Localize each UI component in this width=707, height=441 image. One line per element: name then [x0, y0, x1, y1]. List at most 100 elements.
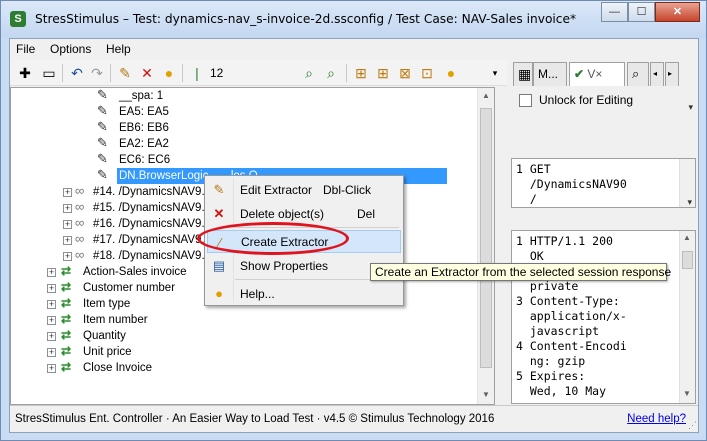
delete-x-icon: ✕ [213, 206, 225, 221]
menu-help[interactable]: Help [106, 42, 131, 56]
app-icon: S [10, 11, 26, 27]
tree-row[interactable]: ✎ EA5: EA5 [11, 104, 479, 120]
expand-icon[interactable]: + [63, 188, 72, 197]
toolbar: ✚ ▭ ↶ ↷ ✎ ✕ ● | 12 ⌕ ⌕ ⊞ ⊞ ⊠ ⊡ ● ▾ [10, 60, 507, 86]
dropdown-arrow-icon[interactable]: ▾ [688, 102, 693, 113]
request-text: 1 GET /DynamicsNAV90 / [516, 162, 627, 206]
expand-icon[interactable]: + [47, 316, 56, 325]
link-icon: ∞ [75, 231, 85, 246]
tree-row[interactable]: ✎ EC6: EC6 [11, 152, 479, 168]
tree-row[interactable]: ✎ EA2: EA2 [11, 136, 479, 152]
unlock-label: Unlock for Editing [539, 93, 634, 107]
vertical-bar-icon: | [195, 65, 199, 81]
right-tabs: ▦ M... ✔ V× ⌕ ◂ ▸ [509, 60, 698, 86]
scroll-thumb[interactable] [480, 108, 492, 368]
window-title: StresStimulus – Test: dynamics-nav_s-inv… [35, 12, 577, 26]
menu-bar: File Options Help [10, 39, 698, 60]
properties-icon: ▤ [212, 258, 226, 273]
scroll-up-icon[interactable]: ▲ [482, 91, 490, 100]
scroll-thumb[interactable] [682, 251, 693, 269]
title-bar[interactable]: S StresStimulus – Test: dynamics-nav_s-i… [1, 1, 706, 38]
status-text: StresStimulus Ent. Controller · An Easie… [15, 413, 495, 425]
expand-icon[interactable]: + [47, 364, 56, 373]
scroll-down-icon[interactable]: ▼ [683, 389, 691, 398]
grid-tab-icon[interactable]: ▦ [513, 62, 533, 86]
transaction-icon: ⇄ [61, 344, 72, 358]
extractor-pencil-icon: ✎ [97, 119, 108, 134]
highlight-oval [197, 222, 349, 255]
edit-pencil-icon[interactable]: ✎ [116, 64, 134, 82]
response-text: 1 HTTP/1.1 200 OK 2 Cache-Control: priva… [516, 234, 627, 398]
expand-icon[interactable]: + [63, 204, 72, 213]
link-icon: ∞ [75, 215, 85, 230]
tree-row[interactable]: ✎ __spa: 1 [11, 88, 479, 104]
undo-icon[interactable]: ↶ [68, 64, 86, 82]
help-bulb-icon[interactable]: ● [442, 64, 460, 82]
tab-vx[interactable]: ✔ V× [569, 62, 625, 86]
minimize-button[interactable]: — [601, 2, 628, 22]
transaction-icon: ⇄ [61, 328, 72, 342]
expand-icon[interactable]: + [47, 332, 56, 341]
transaction-icon: ⇄ [61, 280, 72, 294]
expand-icon[interactable]: + [47, 300, 56, 309]
tree-scrollbar[interactable]: ▲ ▼ [477, 88, 494, 404]
lightbulb-icon[interactable]: ● [160, 64, 178, 82]
tree-row[interactable]: + ⇄ Quantity [11, 328, 479, 344]
menu-item-delete-objects[interactable]: ✕ Delete object(s) Del [207, 202, 401, 226]
expand-icon[interactable]: + [63, 252, 72, 261]
tree-row[interactable]: + ⇄ Item number [11, 312, 479, 328]
tree-row[interactable]: + ⇄ Close Invoice [11, 360, 479, 376]
tooltip: Create an Extractor from the selected se… [370, 263, 671, 281]
menu-item-help[interactable]: ● Help... [207, 282, 401, 306]
transaction-icon: ⇄ [61, 312, 72, 326]
expand-icon[interactable]: + [63, 220, 72, 229]
tree-refresh-icon[interactable]: ⊡ [418, 64, 436, 82]
menu-item-edit-extractor[interactable]: ✎ Edit Extractor Dbl-Click [207, 178, 401, 202]
menu-options[interactable]: Options [50, 42, 91, 56]
tree-row[interactable]: ✎ EB6: EB6 [11, 120, 479, 136]
tree-group-icon[interactable]: ⊞ [352, 64, 370, 82]
tab-scroll-left-icon[interactable]: ◂ [650, 62, 664, 86]
tree-delete-icon[interactable]: ⊠ [396, 64, 414, 82]
scroll-up-icon[interactable]: ▲ [683, 233, 691, 242]
scroll-down-icon[interactable]: ▼ [482, 390, 490, 399]
expand-icon[interactable]: + [63, 236, 72, 245]
redo-icon[interactable]: ↷ [88, 64, 106, 82]
collapse-icon[interactable]: ▭ [40, 64, 58, 82]
search-remove-icon[interactable]: ⌕ [322, 64, 340, 82]
need-help-link[interactable]: Need help? [627, 413, 686, 425]
tab-scroll-right-icon[interactable]: ▸ [665, 62, 679, 86]
app-window: S StresStimulus – Test: dynamics-nav_s-i… [0, 0, 707, 441]
extractor-pencil-icon: ✎ [97, 167, 108, 182]
search-add-icon[interactable]: ⌕ [300, 64, 318, 82]
close-button[interactable]: ✕ [655, 2, 700, 22]
menu-file[interactable]: File [16, 42, 35, 56]
delete-icon[interactable]: ✕ [138, 64, 156, 82]
toolbar-overflow-icon[interactable]: ▾ [486, 64, 504, 82]
tab-m[interactable]: M... [533, 62, 567, 86]
link-icon: ∞ [75, 247, 85, 262]
unlock-checkbox[interactable] [519, 94, 532, 107]
expand-icon[interactable]: + [47, 284, 56, 293]
search-tab-icon[interactable]: ⌕ [627, 62, 649, 86]
link-icon: ∞ [75, 199, 85, 214]
pencil-icon: ✎ [213, 182, 225, 197]
transaction-icon: ⇄ [61, 264, 72, 278]
tree-row[interactable]: + ⇄ Unit price [11, 344, 479, 360]
response-scrollbar[interactable]: ▲ ▼ [679, 231, 695, 403]
response-view[interactable]: 1 HTTP/1.1 200 OK 2 Cache-Control: priva… [511, 230, 696, 404]
lightbulb-icon: ● [215, 286, 223, 301]
extractor-pencil-icon: ✎ [97, 151, 108, 166]
extractor-pencil-icon: ✎ [97, 87, 108, 102]
link-icon: ∞ [75, 183, 85, 198]
expand-icon[interactable]: + [47, 268, 56, 277]
dropdown-arrow-icon[interactable]: ▾ [687, 197, 692, 207]
maximize-button[interactable]: ☐ [628, 2, 655, 22]
tree-edit-icon[interactable]: ⊞ [374, 64, 392, 82]
expand-icon[interactable]: + [47, 348, 56, 357]
resize-grip-icon[interactable]: ⋰ [688, 420, 697, 431]
request-view[interactable]: 1 GET /DynamicsNAV90 / ▾ [511, 158, 696, 208]
toolbar-number: 12 [210, 66, 224, 80]
right-pane: ▦ M... ✔ V× ⌕ ◂ ▸ Unlock for Editing ▾ 1… [509, 60, 698, 405]
add-icon[interactable]: ✚ [16, 64, 34, 82]
